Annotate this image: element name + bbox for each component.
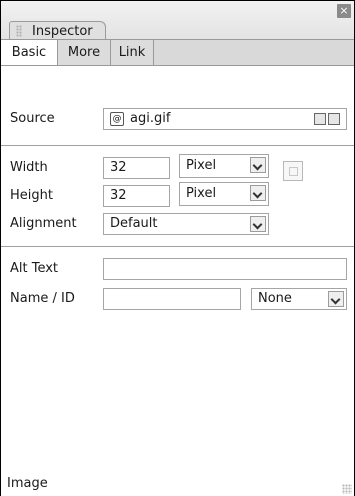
tab-basic[interactable]: Basic (1, 40, 58, 66)
element-type-label: Image (7, 476, 48, 491)
height-unit-value: Pixel (186, 186, 217, 201)
chevron-down-icon[interactable] (250, 216, 266, 232)
close-icon[interactable]: × (337, 4, 351, 18)
width-unit-value: Pixel (186, 158, 217, 173)
source-field[interactable]: @ agi.gif (103, 108, 347, 130)
width-input[interactable]: 32 (103, 157, 170, 179)
resize-grip-icon[interactable] (342, 484, 352, 494)
tab-more[interactable]: More (58, 40, 111, 65)
height-input[interactable]: 32 (103, 185, 170, 207)
separator (1, 145, 354, 146)
folder-icon[interactable] (314, 113, 326, 125)
play-arrow-icon[interactable] (328, 113, 340, 125)
alt-text-label: Alt Text (10, 261, 59, 276)
separator (1, 246, 354, 247)
name-id-input[interactable] (103, 288, 241, 310)
basic-tab-content: Source @ agi.gif Width 32 Pixel Height 3… (1, 65, 354, 496)
tab-link[interactable]: Link (111, 40, 154, 65)
link-icon: @ (110, 112, 124, 126)
chevron-down-icon[interactable] (250, 185, 266, 201)
constrain-proportions-icon[interactable] (283, 161, 303, 181)
alignment-select[interactable]: Default (103, 213, 269, 235)
drag-grip-icon[interactable] (16, 25, 22, 37)
source-value: agi.gif (130, 111, 171, 126)
width-label: Width (10, 160, 48, 175)
alt-text-input[interactable] (103, 258, 347, 280)
alignment-label: Alignment (10, 216, 77, 231)
inspector-panel-tab[interactable]: Inspector (9, 21, 106, 40)
name-id-mode-value: None (258, 291, 292, 306)
chevron-down-icon[interactable] (250, 157, 266, 173)
name-id-mode-select[interactable]: None (251, 288, 347, 310)
chevron-down-icon[interactable] (328, 291, 344, 307)
source-label: Source (10, 111, 55, 126)
name-id-label: Name / ID (10, 291, 75, 306)
tab-strip: Basic More Link (1, 39, 354, 66)
title-bar: × Inspector (1, 1, 354, 40)
height-unit-select[interactable]: Pixel (179, 182, 269, 206)
inspector-window: × Inspector Basic More Link Source @ agi… (0, 0, 355, 496)
height-label: Height (10, 188, 53, 203)
panel-title: Inspector (32, 23, 93, 39)
alignment-value: Default (110, 216, 158, 231)
width-unit-select[interactable]: Pixel (179, 154, 269, 178)
